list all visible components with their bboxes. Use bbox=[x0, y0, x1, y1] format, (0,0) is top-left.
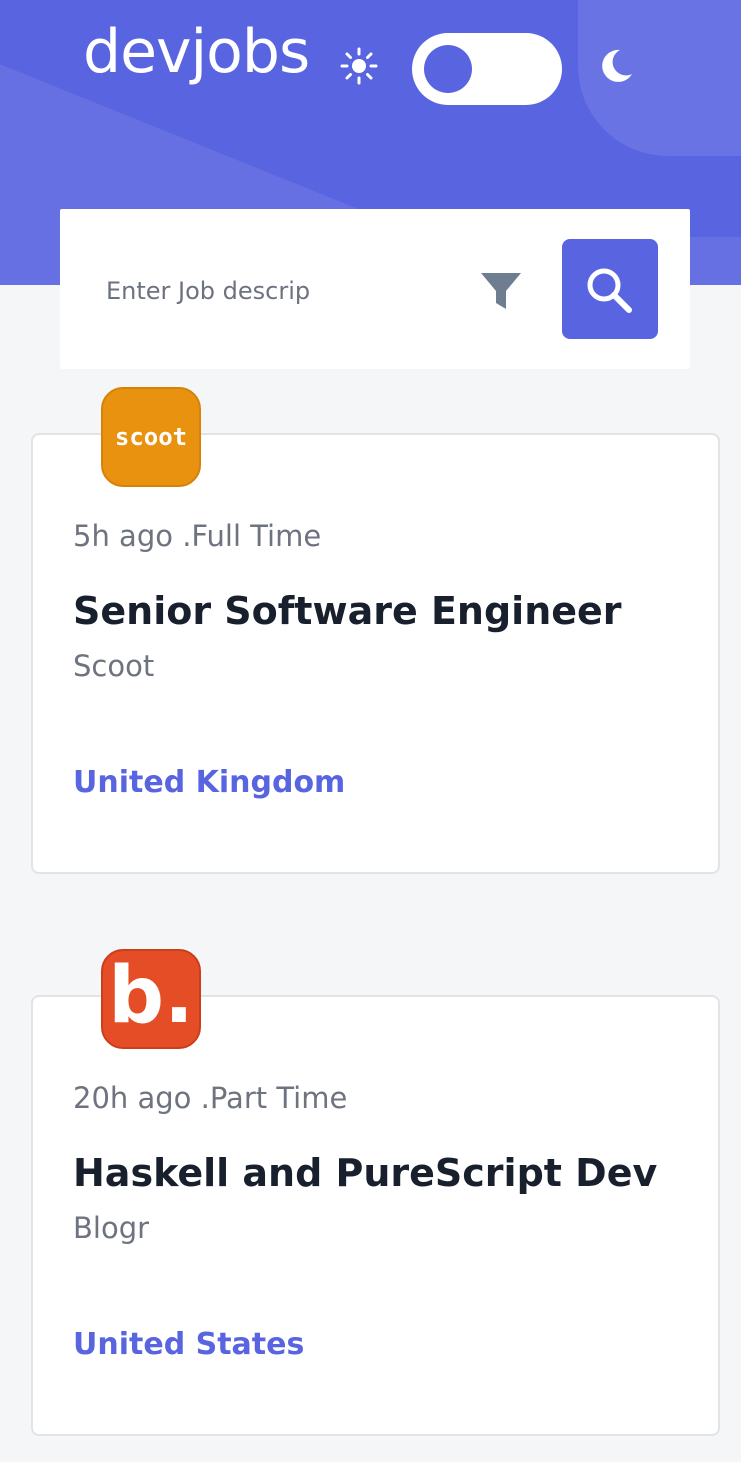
search-input[interactable] bbox=[106, 269, 436, 313]
company-name: Blogr bbox=[73, 1211, 150, 1245]
company-name: Scoot bbox=[73, 649, 155, 683]
job-card[interactable]: b. 20h ago .Part Time Haskell and PureSc… bbox=[31, 949, 720, 1436]
job-location: United States bbox=[73, 1327, 305, 1362]
job-title[interactable]: Haskell and PureScript Dev bbox=[73, 1151, 657, 1195]
job-title[interactable]: Senior Software Engineer bbox=[73, 589, 622, 633]
job-location: United Kingdom bbox=[73, 765, 346, 800]
search-icon bbox=[587, 268, 632, 313]
company-logo: b. bbox=[101, 949, 201, 1049]
search-bar bbox=[60, 209, 690, 369]
job-meta: 5h ago .Full Time bbox=[73, 519, 322, 553]
job-meta: 20h ago .Part Time bbox=[73, 1081, 348, 1115]
job-card[interactable]: scoot 5h ago .Full Time Senior Software … bbox=[31, 387, 720, 874]
theme-toggle[interactable] bbox=[412, 33, 562, 105]
company-logo-text: scoot bbox=[114, 423, 188, 451]
filter-icon[interactable] bbox=[479, 269, 523, 313]
moon-icon bbox=[602, 49, 632, 82]
theme-toggle-knob bbox=[424, 45, 472, 93]
company-logo-text: b. bbox=[108, 951, 194, 1041]
company-logo: scoot bbox=[101, 387, 201, 487]
search-button[interactable] bbox=[562, 239, 658, 339]
sun-icon bbox=[340, 47, 378, 85]
app-logo[interactable]: devjobs bbox=[83, 17, 310, 87]
